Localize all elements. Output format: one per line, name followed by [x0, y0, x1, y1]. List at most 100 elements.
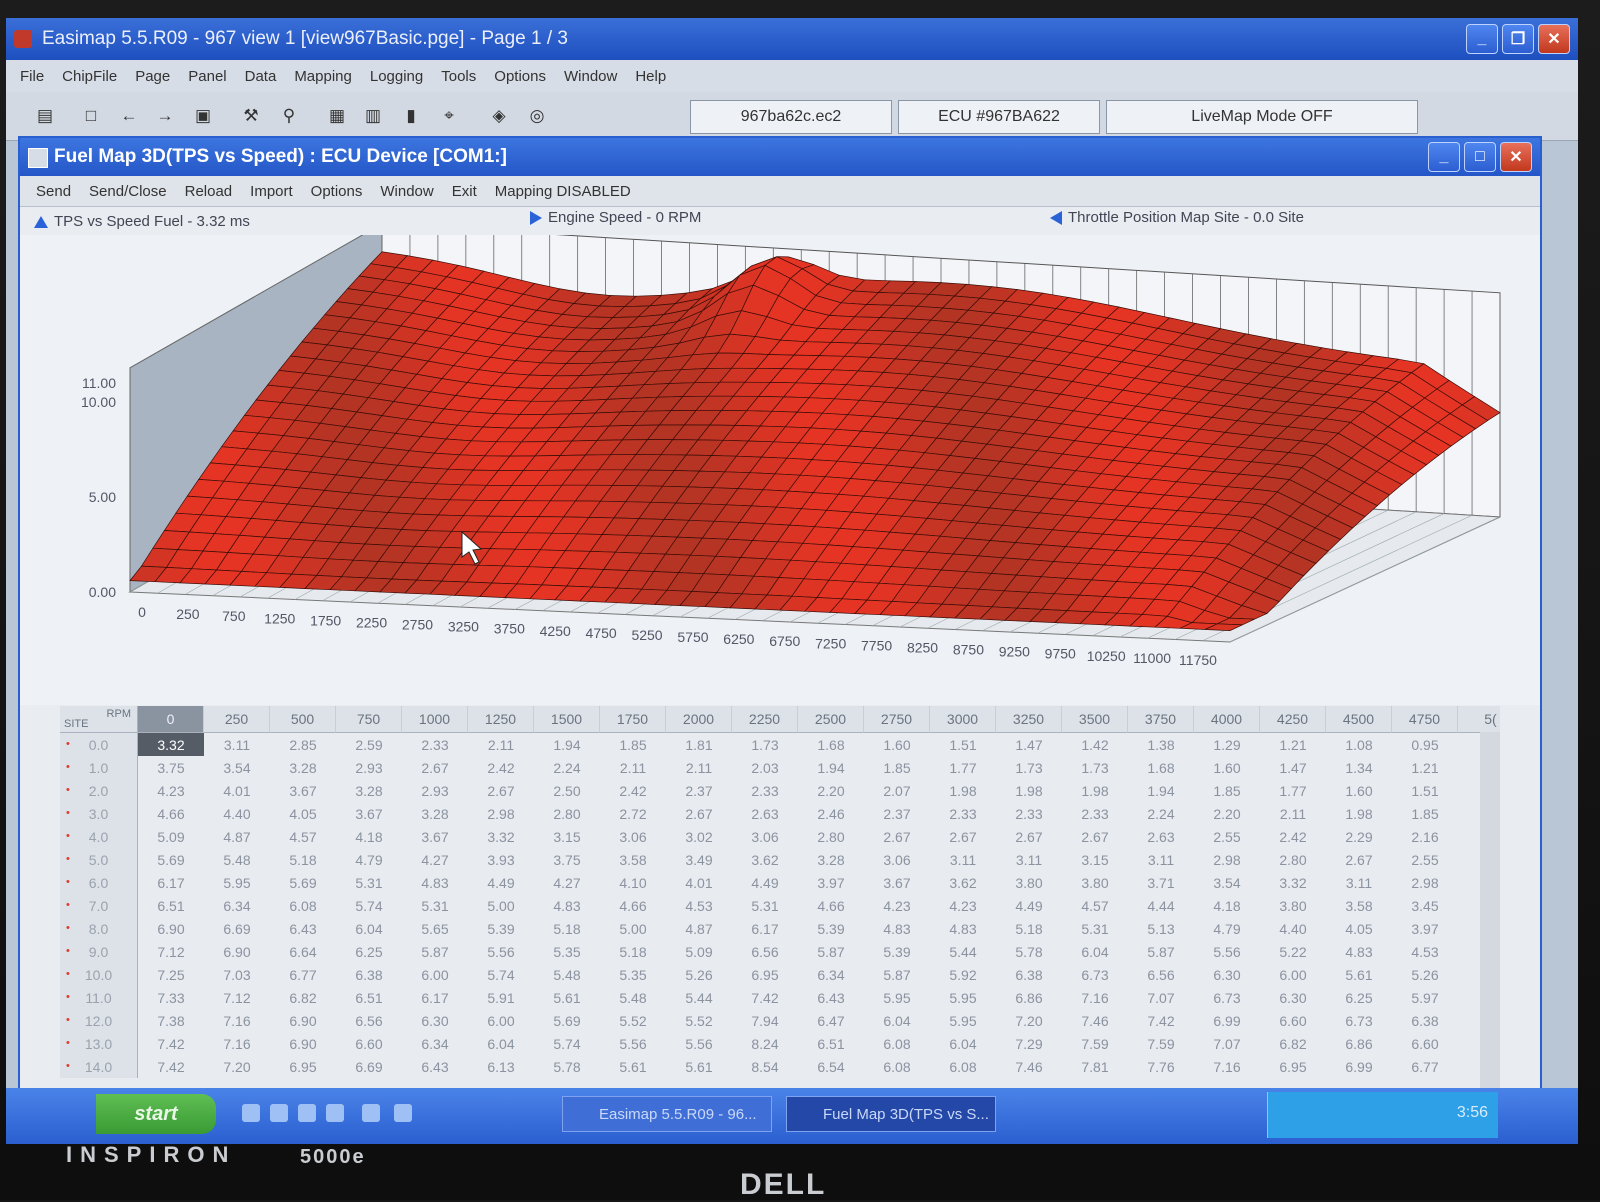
table-cell[interactable]: 4.49 — [468, 871, 534, 894]
table-cell[interactable]: 3.02 — [666, 825, 732, 848]
table-cell[interactable]: 1.73 — [1062, 756, 1128, 779]
fuel-map-table[interactable]: RPM SITE 0 250 500 750 1000 1250 1500 1750 2000 225… — [60, 706, 1500, 1096]
table-cell[interactable]: 6.54 — [798, 1055, 864, 1078]
table-cell[interactable]: 4.83 — [864, 917, 930, 940]
column-header[interactable]: 2500 — [798, 706, 864, 733]
target-icon[interactable]: ◎ — [524, 104, 550, 128]
table-cell[interactable]: 5.56 — [1194, 940, 1260, 963]
table-cell[interactable]: 2.80 — [534, 802, 600, 825]
table-cell[interactable]: 4.01 — [666, 871, 732, 894]
table-cell[interactable]: 1.98 — [996, 779, 1062, 802]
table-cell[interactable]: 6.38 — [336, 963, 402, 986]
table-cell[interactable]: 6.86 — [996, 986, 1062, 1009]
minimize-icon[interactable]: _ — [1428, 142, 1460, 172]
table-cell[interactable]: 2.67 — [402, 756, 468, 779]
row-header[interactable]: • 10.0 — [60, 963, 138, 986]
quicklaunch-tool-icon[interactable] — [362, 1104, 380, 1122]
table-cell[interactable]: 5.35 — [534, 940, 600, 963]
table-cell[interactable]: 1.73 — [996, 756, 1062, 779]
restore-icon[interactable]: ❐ — [1502, 24, 1534, 54]
column-header[interactable]: 4250 — [1260, 706, 1326, 733]
table-cell[interactable]: 5.61 — [1326, 963, 1392, 986]
table-cell[interactable]: 6.43 — [798, 986, 864, 1009]
table-cell[interactable]: 1.68 — [798, 733, 864, 756]
table-cell[interactable]: 7.76 — [1128, 1055, 1194, 1078]
table-cell[interactable]: 6.43 — [270, 917, 336, 940]
table-cell[interactable]: 3.75 — [534, 848, 600, 871]
table-cell[interactable]: 1.85 — [1392, 802, 1458, 825]
table-cell[interactable]: 7.94 — [732, 1009, 798, 1032]
table-cell[interactable]: 6.82 — [270, 986, 336, 1009]
row-header[interactable]: • 13.0 — [60, 1032, 138, 1055]
table-cell[interactable]: 2.33 — [1062, 802, 1128, 825]
quicklaunch-media-icon[interactable] — [326, 1104, 344, 1122]
table-cell[interactable]: 3.67 — [270, 779, 336, 802]
table-cell[interactable]: 7.03 — [204, 963, 270, 986]
table-cell[interactable]: 6.04 — [864, 1009, 930, 1032]
table-cell[interactable]: 5.35 — [600, 963, 666, 986]
table-cell[interactable]: 6.60 — [1392, 1032, 1458, 1055]
table-cell[interactable]: 5.78 — [534, 1055, 600, 1078]
table-cell[interactable]: 5.69 — [534, 1009, 600, 1032]
table-cell[interactable]: 3.28 — [798, 848, 864, 871]
table-cell[interactable]: 2.11 — [666, 756, 732, 779]
menu-chipfile[interactable]: ChipFile — [62, 68, 117, 85]
row-header[interactable]: • 4.0 — [60, 825, 138, 848]
window-icon[interactable]: ▣ — [190, 104, 216, 128]
column-header[interactable]: 500 — [270, 706, 336, 733]
table-cell[interactable]: 2.93 — [336, 756, 402, 779]
table-cell[interactable]: 5.00 — [600, 917, 666, 940]
table-cell[interactable]: 7.16 — [1062, 986, 1128, 1009]
table-cell[interactable]: 7.59 — [1128, 1032, 1194, 1055]
table-cell[interactable]: 4.79 — [1194, 917, 1260, 940]
table-cell[interactable]: 6.08 — [270, 894, 336, 917]
table-cell[interactable]: 3.75 — [138, 756, 204, 779]
table-cell[interactable]: 3.54 — [204, 756, 270, 779]
table-cell[interactable]: 5.00 — [468, 894, 534, 917]
row-header[interactable]: • 12.0 — [60, 1009, 138, 1032]
table-cell[interactable]: 2.29 — [1326, 825, 1392, 848]
table-cell[interactable]: 3.58 — [600, 848, 666, 871]
table-cell[interactable]: 3.11 — [996, 848, 1062, 871]
table-cell[interactable]: 5.87 — [864, 963, 930, 986]
table-cell[interactable]: 7.38 — [138, 1009, 204, 1032]
table-cell[interactable]: 2.50 — [534, 779, 600, 802]
table-cell[interactable]: 2.55 — [1194, 825, 1260, 848]
table-cell[interactable]: 2.67 — [864, 825, 930, 848]
column-header[interactable]: 4750 — [1392, 706, 1458, 733]
table-cell[interactable]: 3.80 — [1062, 871, 1128, 894]
menu-tools[interactable]: Tools — [441, 68, 476, 85]
column-header[interactable]: 5( — [1458, 706, 1500, 733]
quicklaunch-browser-icon[interactable] — [270, 1104, 288, 1122]
arrow-right-icon[interactable]: → — [152, 104, 178, 128]
row-header[interactable]: • 5.0 — [60, 848, 138, 871]
table-cell[interactable]: 3.06 — [864, 848, 930, 871]
table-cell[interactable]: 2.67 — [1326, 848, 1392, 871]
table-cell[interactable]: 2.67 — [468, 779, 534, 802]
table-cell[interactable]: 5.18 — [534, 917, 600, 940]
table-cell[interactable]: 2.67 — [666, 802, 732, 825]
table-cell[interactable]: 1.77 — [930, 756, 996, 779]
table-cell[interactable]: 6.90 — [270, 1032, 336, 1055]
menu-data[interactable]: Data — [245, 68, 277, 85]
column-header[interactable]: 750 — [336, 706, 402, 733]
table-cell[interactable]: 5.74 — [468, 963, 534, 986]
table-cell[interactable]: 5.31 — [336, 871, 402, 894]
table-cell[interactable]: 6.51 — [336, 986, 402, 1009]
table-cell[interactable]: 2.98 — [468, 802, 534, 825]
table-cell[interactable]: 5.39 — [468, 917, 534, 940]
table-cell[interactable]: 5.13 — [1128, 917, 1194, 940]
table-cell[interactable]: 6.25 — [1326, 986, 1392, 1009]
table-cell[interactable]: 3.62 — [732, 848, 798, 871]
table-cell[interactable]: 5.74 — [336, 894, 402, 917]
table-cell[interactable]: 7.20 — [996, 1009, 1062, 1032]
table-cell[interactable]: 5.87 — [1128, 940, 1194, 963]
table-cell[interactable]: 2.20 — [1194, 802, 1260, 825]
table-cell[interactable]: 6.51 — [798, 1032, 864, 1055]
table-cell[interactable]: 7.42 — [1128, 1009, 1194, 1032]
table-cell[interactable]: 4.27 — [402, 848, 468, 871]
table-cell[interactable]: 4.23 — [930, 894, 996, 917]
table-cell[interactable]: 1.85 — [1194, 779, 1260, 802]
table-cell[interactable]: 2.67 — [996, 825, 1062, 848]
table-cell[interactable]: 2.98 — [1194, 848, 1260, 871]
